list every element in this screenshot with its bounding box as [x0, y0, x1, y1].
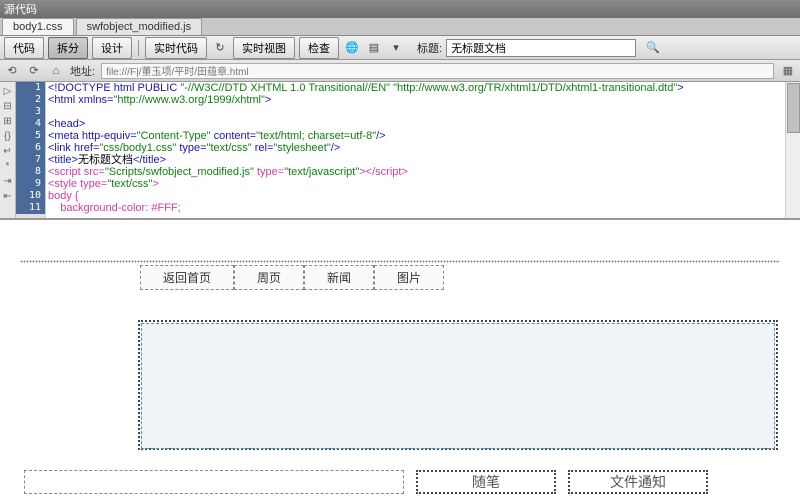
file-tab-swfobject[interactable]: swfobject_modified.js [76, 18, 203, 35]
expand-icon[interactable]: ⊞ [2, 115, 14, 127]
line-number: 5 [16, 130, 45, 142]
nav-row: 返回首页 周页 新闻 图片 [140, 265, 780, 290]
code-left-icons: ▷ ⊟ ⊞ {} ↵ * ⇥ ⇤ [0, 82, 16, 218]
code-editor[interactable]: <!DOCTYPE html PUBLIC "-//W3C//DTD XHTML… [46, 82, 800, 218]
line-number: 8 [16, 166, 45, 178]
line-number: 11 [16, 202, 45, 214]
line-number-gutter: 1 2 3 4 5 6 7 8 9 10 11 [16, 82, 46, 218]
live-code-button[interactable]: 实时代码 [145, 37, 207, 59]
address-label: 地址: [70, 63, 95, 79]
line-number: 3 [16, 106, 45, 118]
bottom-boxes-row: 随笔 文件通知 [20, 470, 780, 494]
nav-item-images[interactable]: 图片 [374, 265, 444, 290]
live-refresh-icon[interactable]: ↻ [211, 39, 229, 57]
collapse-icon[interactable]: ⊟ [2, 100, 14, 112]
code-pane: ▷ ⊟ ⊞ {} ↵ * ⇥ ⇤ 1 2 3 4 5 6 7 8 9 10 11… [0, 82, 800, 220]
nav-icon[interactable]: ▤ [365, 39, 383, 57]
scrollbar-thumb[interactable] [787, 83, 800, 133]
line-number: 6 [16, 142, 45, 154]
footer-box-left[interactable] [24, 470, 404, 494]
brackets-icon[interactable]: {} [2, 130, 14, 142]
inspect-button[interactable]: 检查 [299, 37, 339, 59]
toolbar-divider [138, 40, 139, 56]
home-icon[interactable]: ⌂ [48, 63, 64, 79]
nav-item-home[interactable]: 返回首页 [140, 265, 234, 290]
line-number: 9 [16, 178, 45, 190]
nav-item-page[interactable]: 周页 [234, 265, 304, 290]
grid-icon[interactable]: ▦ [780, 63, 796, 79]
mode-split-button[interactable]: 拆分 [48, 37, 88, 59]
asterisk-icon[interactable]: * [2, 160, 14, 172]
outdent-icon[interactable]: ⇤ [2, 190, 14, 202]
footer-box-notice[interactable]: 文件通知 [568, 470, 708, 494]
dotted-divider [20, 260, 780, 263]
selected-overlay [141, 323, 775, 449]
footer-box-essay[interactable]: 随笔 [416, 470, 556, 494]
live-view-button[interactable]: 实时视图 [233, 37, 295, 59]
code-scrollbar[interactable] [785, 82, 800, 218]
design-pane[interactable]: 返回首页 周页 新闻 图片 随笔 文件通知 [0, 220, 800, 502]
file-tab-body1[interactable]: body1.css [2, 18, 74, 35]
line-number: 7 [16, 154, 45, 166]
line-number: 2 [16, 94, 45, 106]
file-tabs-bar: body1.css swfobject_modified.js [0, 18, 800, 36]
mode-code-button[interactable]: 代码 [4, 37, 44, 59]
forward-icon[interactable]: ⟳ [26, 63, 42, 79]
doc-title-input[interactable] [446, 39, 636, 57]
content-placeholder-box[interactable] [138, 320, 778, 450]
line-number: 4 [16, 118, 45, 130]
doc-title-label: 标题: [417, 40, 442, 56]
globe-icon[interactable]: 🌐 [343, 39, 361, 57]
nav-item-news[interactable]: 新闻 [304, 265, 374, 290]
address-toolbar: ⟲ ⟳ ⌂ 地址: ▦ [0, 60, 800, 82]
indent-icon[interactable]: ⇥ [2, 175, 14, 187]
line-number: 10 [16, 190, 45, 202]
main-toolbar: 代码 拆分 设计 实时代码 ↻ 实时视图 检查 🌐 ▤ ▾ 标题: 🔍 [0, 36, 800, 60]
wrap-icon[interactable]: ↵ [2, 145, 14, 157]
arrow-icon[interactable]: ▷ [2, 85, 14, 97]
back-icon[interactable]: ⟲ [4, 63, 20, 79]
split-view: ▷ ⊟ ⊞ {} ↵ * ⇥ ⇤ 1 2 3 4 5 6 7 8 9 10 11… [0, 82, 800, 502]
mode-design-button[interactable]: 设计 [92, 37, 132, 59]
search-icon[interactable]: 🔍 [644, 39, 662, 57]
window-title-bar: 源代码 [0, 0, 800, 18]
line-number: 1 [16, 82, 45, 94]
window-title-text: 源代码 [4, 1, 37, 17]
address-input[interactable] [101, 63, 774, 79]
chevron-down-icon[interactable]: ▾ [387, 39, 405, 57]
